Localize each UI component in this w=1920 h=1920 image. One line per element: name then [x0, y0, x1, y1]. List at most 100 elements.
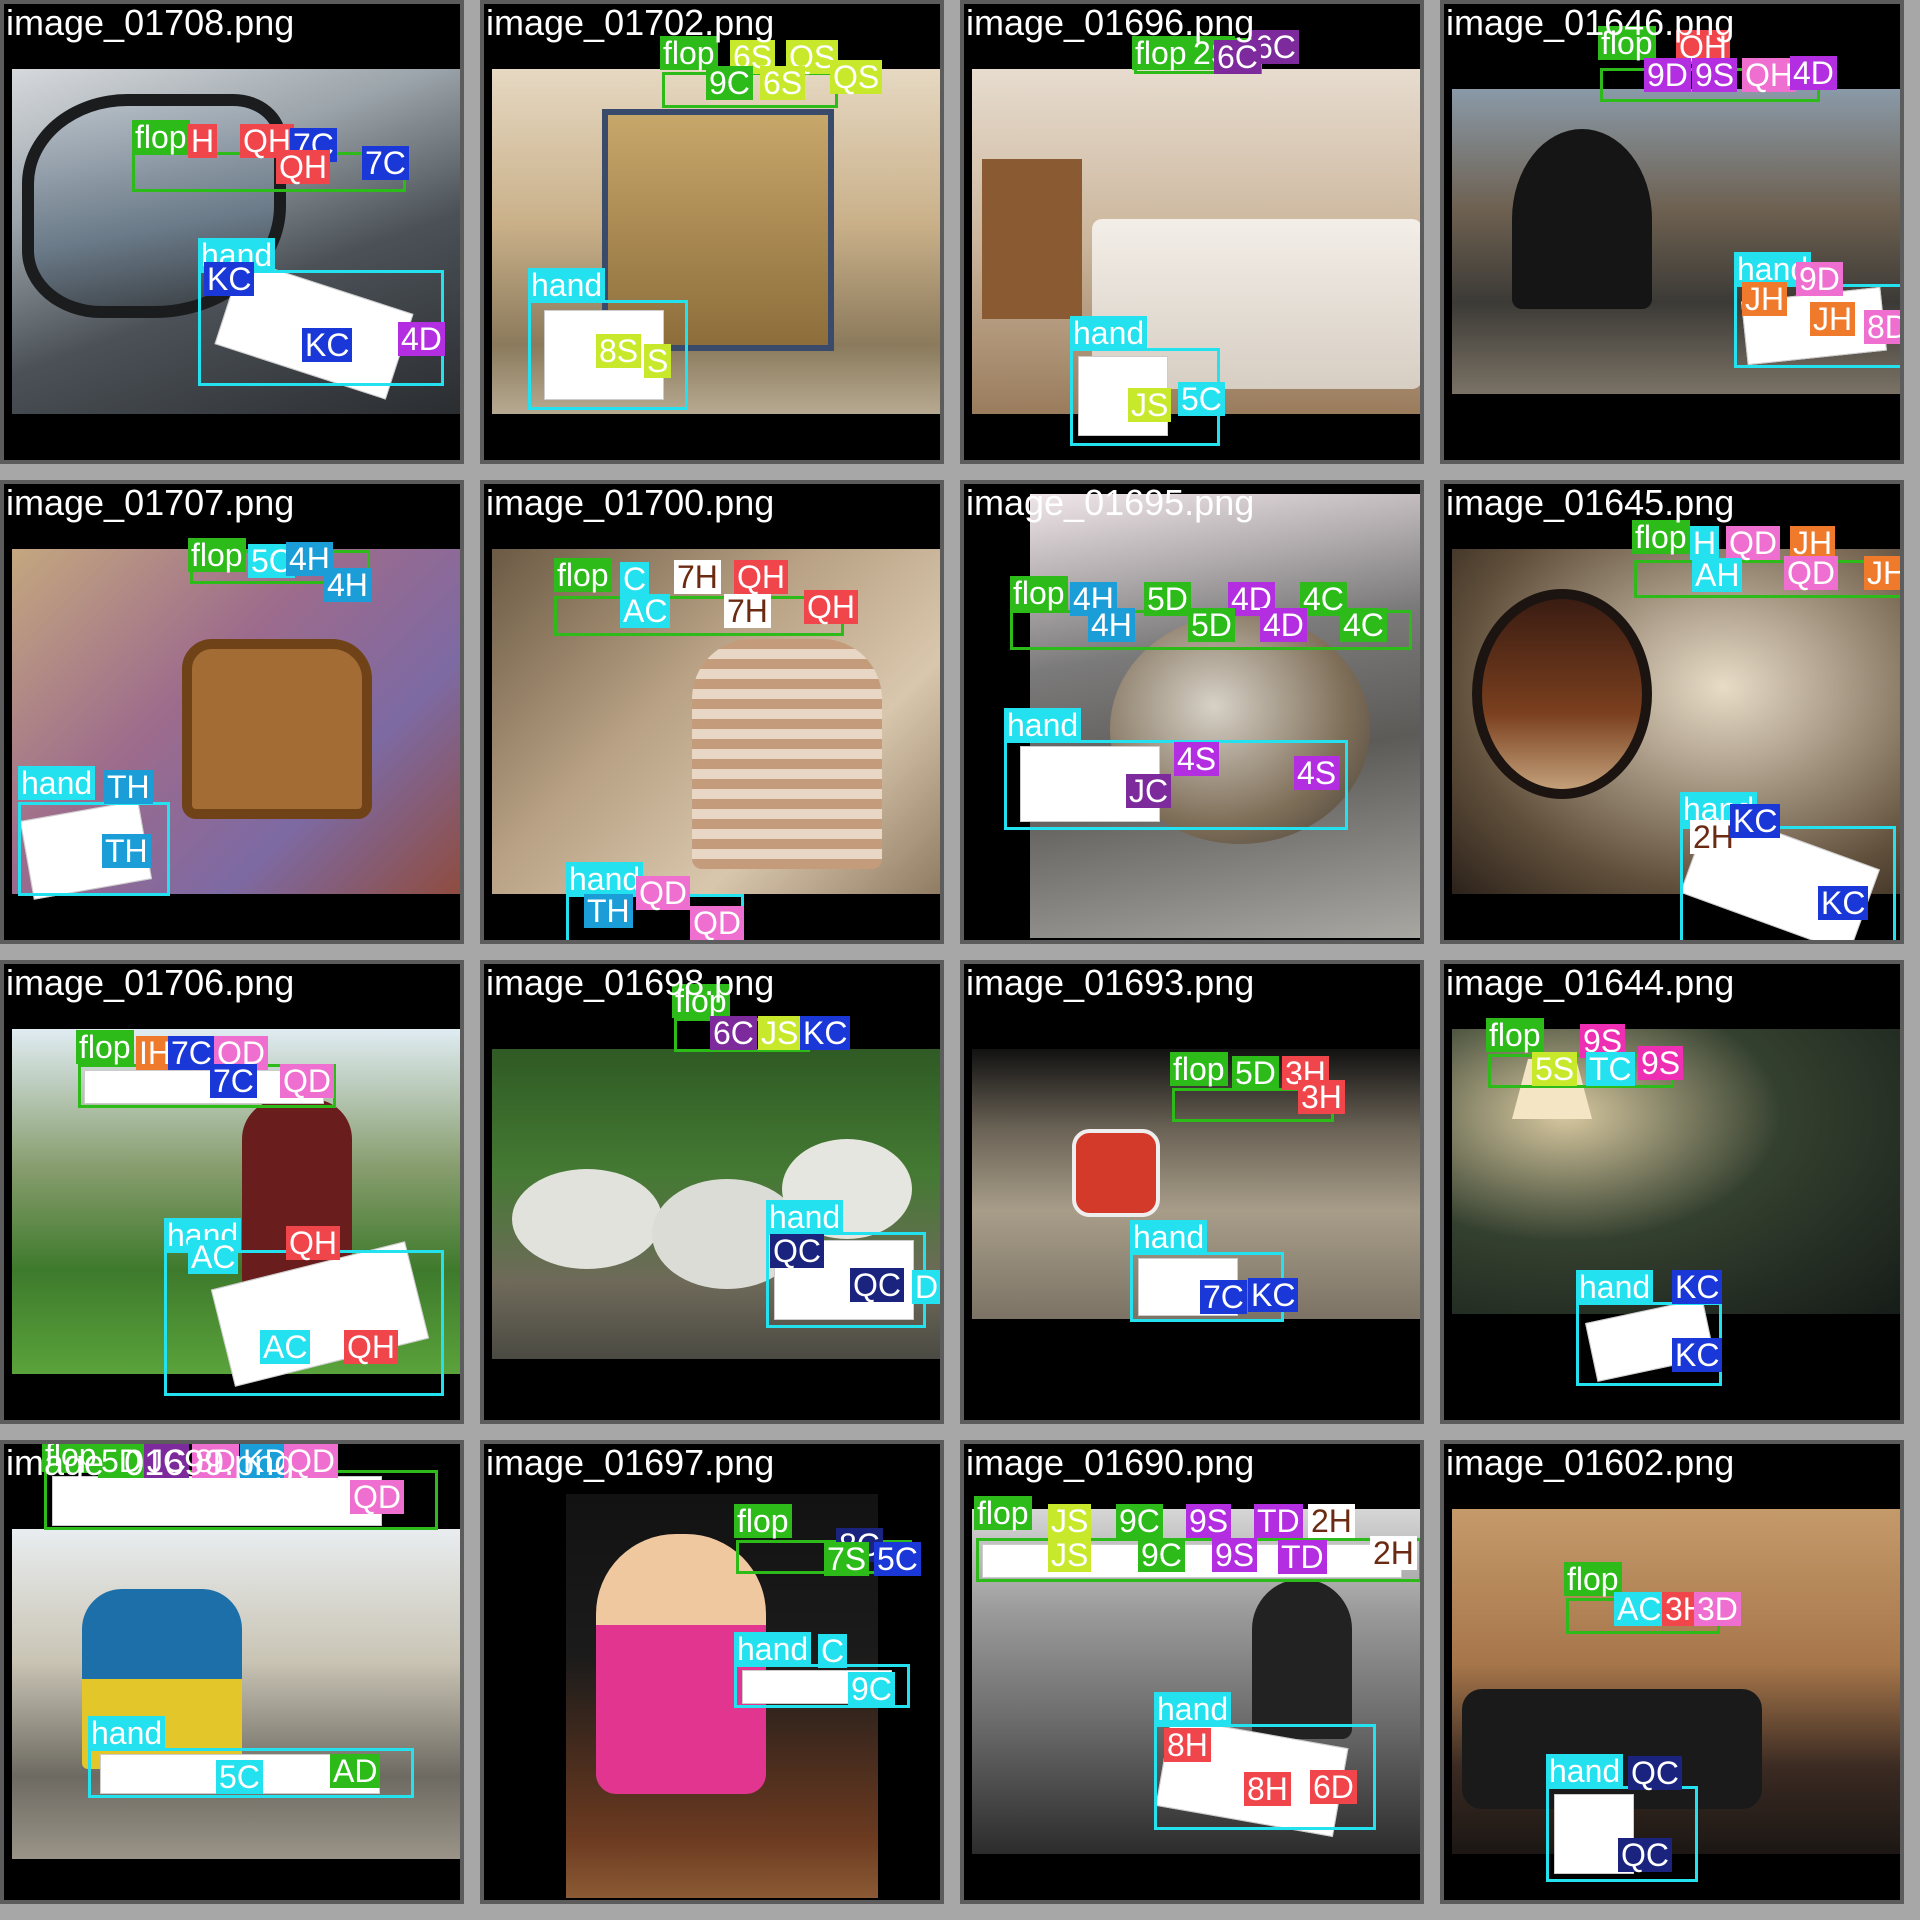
label-card: JH: [1742, 282, 1788, 316]
file-name: image_01700.png: [486, 482, 775, 523]
result-tile[interactable]: image_01697.png flop 8C 7S 5C hand C 9C: [480, 1440, 944, 1904]
label-card: KC: [1248, 1278, 1299, 1312]
label-card: 4H: [1088, 608, 1135, 642]
label-card: 8H: [1164, 1728, 1211, 1762]
label-card: AC: [188, 1240, 239, 1274]
lamb-1: [512, 1169, 662, 1269]
label-card: 5D: [1188, 608, 1235, 642]
file-name: image_01706.png: [6, 962, 295, 1003]
locomotive: [1512, 129, 1652, 309]
result-tile[interactable]: image_01693.png flop 5D 3H 3H hand 7C KC: [960, 960, 1424, 1424]
label-hand: hand: [1004, 708, 1082, 742]
label-card: JS: [1048, 1538, 1092, 1572]
label-card: 5S: [1532, 1052, 1578, 1086]
label-card: 2H: [1370, 1536, 1417, 1570]
result-tile[interactable]: image_01695.png flop 4H 5D 4D 4C 4H 5D 4…: [960, 480, 1424, 944]
label-hand: hand: [566, 862, 644, 896]
label-card: 8H: [1244, 1772, 1291, 1806]
label-card: 3H: [1298, 1080, 1345, 1114]
label-card: 9C: [848, 1672, 895, 1706]
photo-cat: [1030, 494, 1420, 938]
umbrella-person: [1252, 1579, 1352, 1739]
label-card: KC: [800, 1016, 851, 1050]
label-card: TC: [1586, 1052, 1635, 1086]
label-hand: hand: [1070, 316, 1148, 350]
label-card: 5D: [1232, 1056, 1279, 1090]
result-tile[interactable]: image_01707.png flop 5C 4H 4H hand TH TH: [0, 480, 464, 944]
file-name: image_01708.png: [6, 2, 295, 43]
label-card: TH: [584, 894, 633, 928]
label-card: QD: [350, 1480, 404, 1514]
label-card: 4H: [324, 568, 371, 602]
label-hand: hand: [1130, 1220, 1208, 1254]
person: [692, 639, 882, 869]
label-flop: flop: [1170, 1052, 1228, 1086]
result-tile[interactable]: image_01698.png flop 6C JS KC hand QC QC…: [480, 960, 944, 1424]
result-tile[interactable]: image_01646.png flop QH 9D 9S QH 4D hand…: [1440, 0, 1904, 464]
file-name: image_01696.png: [966, 2, 1255, 43]
label-card: D: [912, 1270, 940, 1304]
file-name: image_01707.png: [6, 482, 295, 523]
label-hand: hand: [528, 268, 606, 302]
label-card: 9C: [1138, 1538, 1185, 1572]
label-flop: flop: [734, 1504, 792, 1538]
label-card: QH: [804, 590, 858, 624]
label-flop: flop: [1564, 1562, 1622, 1596]
result-tile[interactable]: image_01644.png flop 9S 5S TC 9S hand KC…: [1440, 960, 1904, 1424]
label-card: QH: [276, 150, 330, 184]
label-hand: hand: [734, 1632, 812, 1666]
file-name: image_01690.png: [966, 1442, 1255, 1483]
result-tile[interactable]: image_01699.png flop 5D JC 8D KD QD QD h…: [0, 1440, 464, 1904]
result-tile[interactable]: image_01700.png flop C 7H QH AC 7H QH ha…: [480, 480, 944, 944]
file-name: image_01702.png: [486, 2, 775, 43]
label-flop: flop: [554, 558, 612, 592]
label-card: TD: [1254, 1504, 1303, 1538]
file-name: image_01699.png: [6, 1442, 295, 1483]
stop-sign: [1072, 1129, 1160, 1217]
label-card: 3D: [1694, 1592, 1741, 1626]
label-card: 6C: [710, 1016, 757, 1050]
label-card: JS: [1048, 1504, 1092, 1538]
label-hand: hand: [18, 766, 96, 800]
label-card: 4D: [1790, 56, 1837, 90]
label-card: QH: [286, 1226, 340, 1260]
result-tile[interactable]: image_01706.png flop IH 7C QD 7C QD hand…: [0, 960, 464, 1424]
label-card: QH: [344, 1330, 398, 1364]
label-card: 2H: [1308, 1504, 1355, 1538]
label-flop: flop: [188, 538, 246, 572]
label-flop: flop: [132, 120, 190, 154]
label-card: QC: [770, 1234, 824, 1268]
photo-diesel-train: [12, 1529, 460, 1859]
label-card: 9C: [706, 66, 753, 100]
flop-box: [976, 1538, 1420, 1582]
label-card: H: [1690, 526, 1720, 560]
label-card: AC: [260, 1330, 311, 1364]
label-flop: flop: [1486, 1018, 1544, 1052]
label-card: QD: [690, 906, 744, 940]
file-name: image_01695.png: [966, 482, 1255, 523]
label-card: KC: [204, 262, 255, 296]
label-card: QC: [1628, 1756, 1682, 1790]
result-tile[interactable]: image_01602.png flop AC 3H 3D hand QC QC: [1440, 1440, 1904, 1904]
result-tile[interactable]: image_01702.png flop 6S QS 9C 6S QS hand…: [480, 0, 944, 464]
label-card: AD: [330, 1754, 381, 1788]
label-card: 5D: [1144, 582, 1191, 616]
result-tile[interactable]: image_01690.png flop JS 9C 9S TD 2H JS 9…: [960, 1440, 1424, 1904]
label-card: 7C: [362, 146, 409, 180]
label-flop: flop: [76, 1030, 134, 1064]
label-card: KC: [1818, 886, 1869, 920]
label-card: TH: [104, 770, 153, 804]
result-tile[interactable]: image_01696.png flop 2S 6C 6C hand JS 5C: [960, 0, 1424, 464]
label-card: AC: [1614, 1592, 1665, 1626]
label-card: QH: [734, 560, 788, 594]
result-tile[interactable]: image_01645.png flop H QD JH AH QD JH ha…: [1440, 480, 1904, 944]
result-tile[interactable]: image_01708.png flop H QH 7C QH 7C hand …: [0, 0, 464, 464]
label-card: KC: [302, 328, 353, 362]
label-card: C: [818, 1634, 848, 1668]
dresser: [982, 159, 1082, 319]
label-hand: hand: [1576, 1270, 1654, 1304]
label-card: 9D: [1644, 58, 1691, 92]
label-card: TH: [102, 834, 151, 868]
label-card: QD: [280, 1064, 334, 1098]
file-name: image_01646.png: [1446, 2, 1735, 43]
